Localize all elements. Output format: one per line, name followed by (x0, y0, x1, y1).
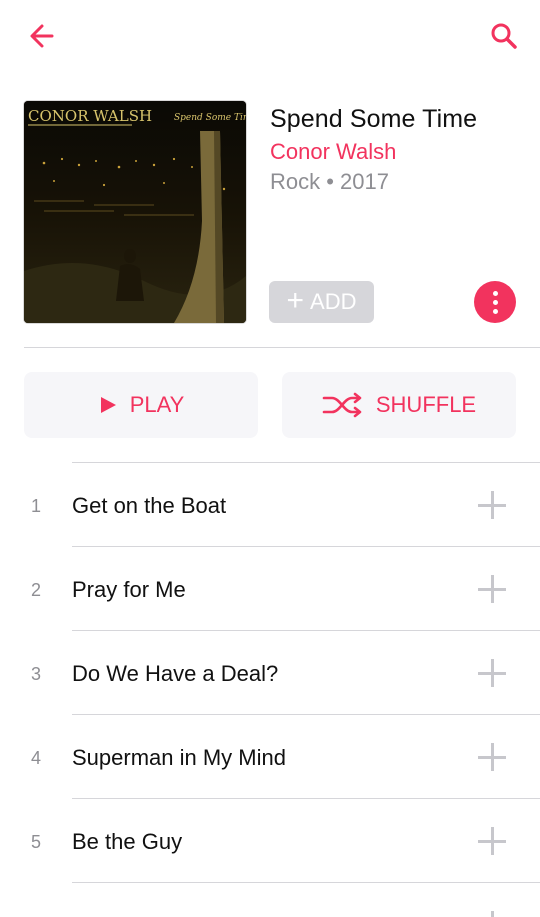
album-cover-art: CONOR WALSH Spend Some Time (24, 101, 246, 323)
search-icon (491, 23, 517, 49)
play-button[interactable]: PLAY (24, 372, 258, 438)
add-label: ADD (310, 289, 357, 314)
track-row-partial[interactable] (72, 882, 540, 917)
track-number: 2 (31, 580, 42, 600)
track-number: 5 (31, 832, 42, 852)
add-track-icon[interactable] (478, 575, 506, 603)
add-track-icon[interactable] (478, 827, 506, 855)
arrow-left-icon (30, 24, 54, 48)
album-genre-year: Rock • 2017 (270, 169, 389, 194)
add-track-icon[interactable] (478, 911, 506, 917)
back-button[interactable] (22, 16, 62, 56)
track-row[interactable]: 3 Do We Have a Deal? (31, 630, 540, 714)
track-number: 1 (31, 496, 42, 516)
play-label: PLAY (129, 392, 185, 417)
add-track-icon[interactable] (478, 659, 506, 687)
play-icon (100, 397, 116, 413)
track-row[interactable]: 5 Be the Guy (31, 798, 540, 882)
album-cover[interactable]: CONOR WALSH Spend Some Time (24, 101, 246, 323)
add-track-icon[interactable] (478, 491, 506, 519)
shuffle-icon (322, 392, 362, 418)
cover-title-text: Spend Some Time (174, 113, 246, 123)
album-artist-link[interactable]: Conor Walsh (270, 139, 396, 165)
track-title: Superman in My Mind (72, 745, 286, 770)
track-number: 4 (31, 748, 42, 768)
shuffle-button[interactable]: SHUFFLE (282, 372, 516, 438)
track-title: Be the Guy (72, 829, 183, 854)
shuffle-label: SHUFFLE (375, 392, 477, 417)
add-track-icon[interactable] (478, 743, 506, 771)
track-row[interactable]: 4 Superman in My Mind (31, 714, 540, 798)
track-title: Get on the Boat (72, 493, 227, 518)
header-divider (24, 347, 540, 348)
more-vertical-icon (492, 290, 498, 296)
album-page: CONOR WALSH Spend Some Time Spend Some T… (0, 0, 540, 917)
more-options-button[interactable] (474, 281, 516, 323)
add-album-button[interactable]: + ADD (269, 281, 374, 323)
album-title: Spend Some Time (270, 105, 478, 133)
track-number: 3 (31, 664, 42, 684)
track-title: Do We Have a Deal? (72, 661, 279, 686)
cover-artist-text: CONOR WALSH (28, 107, 152, 125)
plus-icon: + (286, 283, 305, 317)
track-title: Pray for Me (72, 577, 186, 602)
track-list: 1 Get on the Boat 2 Pray for Me 3 Do We … (0, 462, 540, 917)
track-row[interactable]: 1 Get on the Boat (31, 462, 540, 546)
search-button[interactable] (484, 16, 524, 56)
track-row[interactable]: 2 Pray for Me (31, 546, 540, 630)
